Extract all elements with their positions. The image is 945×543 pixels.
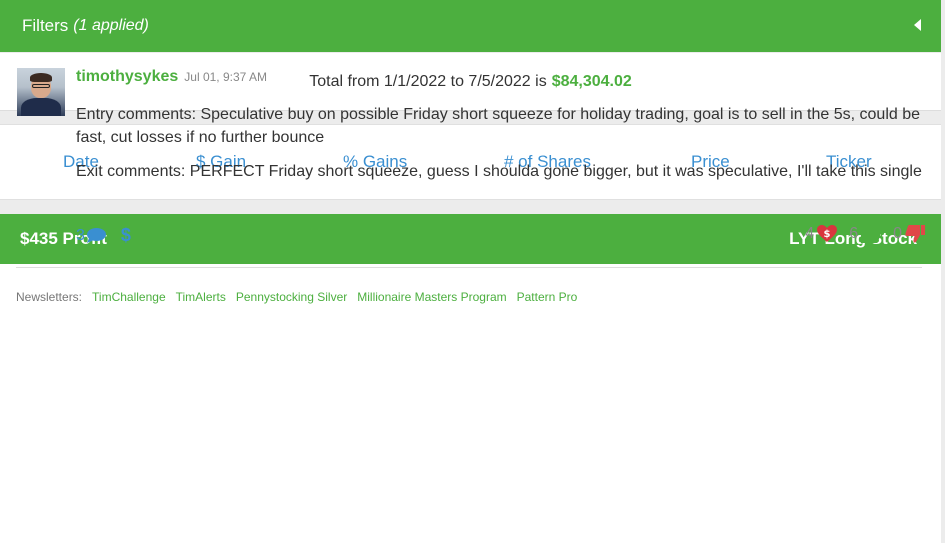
newsletter-link[interactable]: Millionaire Masters Program	[357, 290, 506, 304]
dislike-reaction[interactable]: 0	[893, 225, 925, 243]
like-reaction[interactable]: 6	[849, 225, 881, 243]
newsletter-link[interactable]: TimAlerts	[176, 290, 226, 304]
speech-bubble-icon	[86, 228, 106, 243]
love-reaction[interactable]: 4 $	[805, 225, 838, 243]
love-count: 4	[805, 225, 815, 242]
filters-applied-count: (1 applied)	[73, 17, 149, 34]
newsletter-link[interactable]: TimChallenge	[92, 290, 166, 304]
divider	[16, 267, 922, 268]
entry-comment: Entry comments: Speculative buy on possi…	[76, 106, 921, 146]
heart-dollar-icon: $	[817, 225, 838, 242]
timestamp: Jul 01, 9:37 AM	[184, 70, 267, 84]
dislike-count: 0	[893, 225, 902, 242]
filters-title: Filters	[22, 16, 69, 35]
like-count: 6	[849, 225, 859, 242]
caret-left-icon[interactable]	[914, 19, 921, 31]
newsletter-link[interactable]: Pennystocking Silver	[236, 290, 347, 304]
newsletters-label: Newsletters:	[16, 290, 83, 304]
svg-text:$: $	[824, 229, 831, 240]
thumbs-down-icon	[905, 225, 925, 243]
total-amount: $84,304.02	[551, 72, 632, 90]
dollar-button[interactable]: $	[121, 225, 131, 246]
username[interactable]: timothysykes	[76, 68, 178, 86]
avatar[interactable]	[17, 68, 65, 116]
comment-count: 3	[76, 226, 85, 244]
post-meta: timothysykes Jul 01, 9:37 AM	[76, 68, 267, 86]
thumbs-up-icon	[861, 225, 881, 243]
reactions: 4 $ 6 0	[793, 225, 925, 243]
filters-bar[interactable]: Filters (1 applied)	[0, 0, 941, 52]
exit-comment: Exit comments: PERFECT Friday short sque…	[76, 163, 922, 180]
trade-card: $435 Profit LYT Long Stock	[0, 214, 941, 543]
newsletters: Newsletters: TimChallenge TimAlerts Penn…	[16, 290, 577, 304]
newsletter-link[interactable]: Pattern Pro	[517, 290, 578, 304]
comments-button[interactable]: 3	[76, 227, 107, 245]
total-text: Total from 1/1/2022 to 7/5/2022 is	[309, 72, 547, 90]
post-actions: 3 $	[76, 225, 131, 246]
